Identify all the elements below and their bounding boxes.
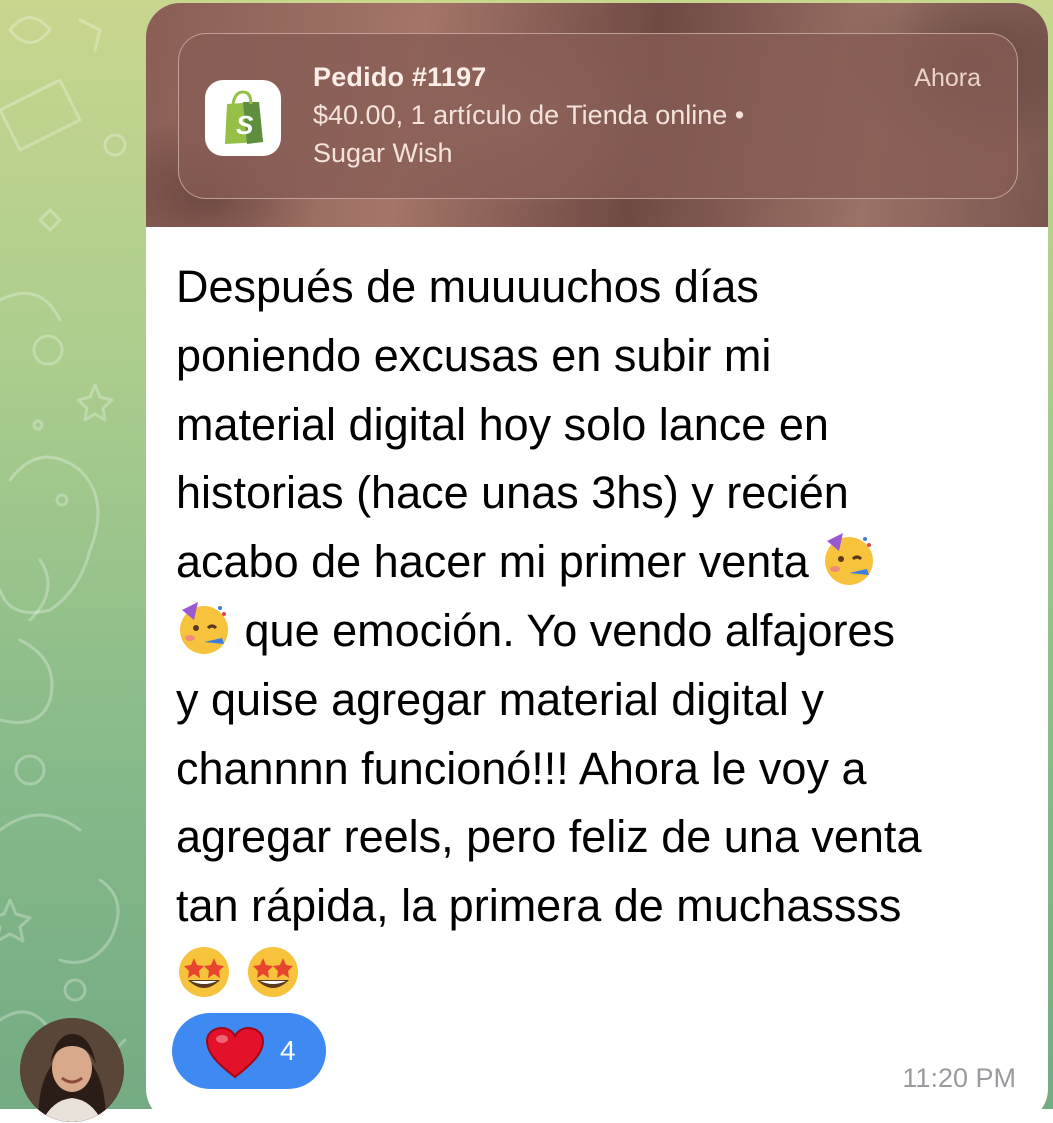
message-line: Después de muuuuchos días	[176, 261, 759, 312]
star-struck-emoji-icon	[179, 946, 229, 997]
message-line: poniendo excusas en subir mi	[176, 329, 772, 381]
red-heart-icon	[206, 1027, 264, 1079]
message-line: que emoción. Yo vendo alfajores	[244, 604, 895, 656]
notification-title: Pedido #1197	[313, 62, 487, 92]
notification-time: Ahora	[914, 64, 981, 92]
message-line: material digital hoy solo lance en	[176, 398, 829, 450]
message-line: y quise agregar material digital y	[176, 673, 824, 725]
notification-order-summary: $40.00, 1 artículo de Tienda online •	[313, 100, 745, 130]
sender-avatar[interactable]	[20, 1018, 124, 1122]
notification-store-name: Sugar Wish	[313, 138, 453, 168]
message-timestamp: 11:20 PM	[902, 1063, 1016, 1093]
message-text: Después de muuuuchos días poniendo excus…	[176, 253, 1036, 1010]
partying-face-emoji-icon	[180, 601, 228, 654]
svg-text:S: S	[236, 110, 254, 140]
wallpaper-doodles-icon	[0, 16, 127, 1082]
reaction-heart-button[interactable]: 4	[172, 1013, 326, 1089]
message-line: tan rápida, la primera de muchassss	[176, 880, 902, 932]
star-struck-emoji-icon	[247, 946, 298, 997]
avatar-photo-icon	[20, 1018, 124, 1122]
shopify-bag-icon: S	[205, 80, 281, 156]
attached-screenshot[interactable]: S Pedido #1197 $40.00, 1 artículo de Tie…	[146, 3, 1048, 227]
message-bubble[interactable]: S Pedido #1197 $40.00, 1 artículo de Tie…	[146, 3, 1048, 1123]
order-notification-card: S Pedido #1197 $40.00, 1 artículo de Tie…	[178, 33, 1018, 199]
partying-face-emoji-icon	[825, 533, 874, 586]
message-line: historias (hace unas 3hs) y recién	[176, 467, 849, 519]
message-line: channnn funcionó!!! Ahora le voy a	[176, 742, 867, 794]
reaction-count: 4	[280, 1035, 296, 1066]
message-line: agregar reels, pero feliz de una venta	[176, 811, 922, 863]
message-line: acabo de hacer mi primer venta	[176, 536, 809, 588]
